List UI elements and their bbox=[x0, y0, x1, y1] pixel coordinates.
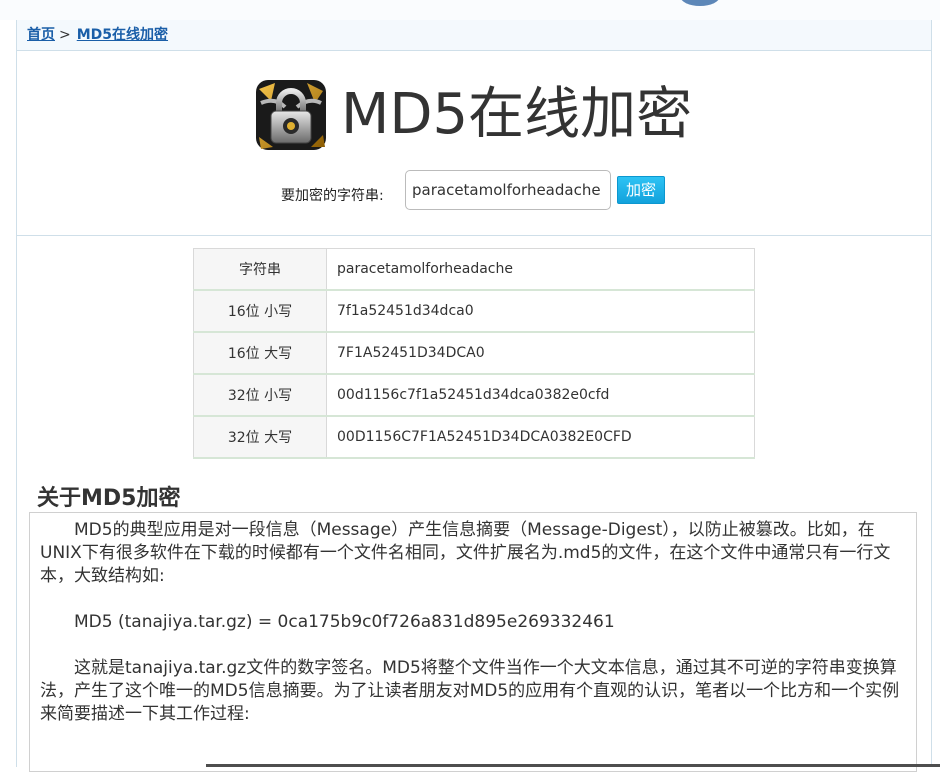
string-input[interactable] bbox=[405, 170, 611, 210]
table-row: 32位 小写 00d1156c7f1a52451d34dca0382e0cfd bbox=[193, 373, 755, 417]
header-decoration bbox=[680, 0, 720, 6]
about-paragraph: MD5的典型应用是对一段信息（Message）产生信息摘要（Message-Di… bbox=[40, 520, 891, 586]
about-paragraph: MD5 (tanajiya.tar.gz) = 0ca175b9c0f726a8… bbox=[74, 612, 615, 632]
row-value: 7f1a52451d34dca0 bbox=[326, 289, 755, 333]
row-label: 16位 小写 bbox=[193, 289, 327, 333]
row-label: 32位 小写 bbox=[193, 373, 327, 417]
row-label: 32位 大写 bbox=[193, 415, 327, 459]
table-row: 16位 小写 7f1a52451d34dca0 bbox=[193, 289, 755, 333]
content-frame: 首页 > MD5在线加密 MD5在线加密 要加密的字符串: paracetamo… bbox=[16, 20, 932, 772]
breadcrumb-current-link[interactable]: MD5在线加密 bbox=[77, 27, 168, 43]
result-table: 字符串 paracetamolforheadache 16位 小写 7f1a52… bbox=[193, 248, 755, 459]
row-label: 16位 大写 bbox=[193, 331, 327, 375]
breadcrumb-home-link[interactable]: 首页 bbox=[27, 27, 55, 43]
row-value: 7F1A52451D34DCA0 bbox=[326, 331, 755, 375]
row-value: 00D1156C7F1A52451D34DCA0382E0CFD bbox=[326, 415, 755, 459]
table-row: 32位 大写 00D1156C7F1A52451D34DCA0382E0CFD bbox=[193, 415, 755, 459]
breadcrumb-separator: > bbox=[59, 27, 71, 43]
row-value: 00d1156c7f1a52451d34dca0382e0cfd bbox=[326, 373, 755, 417]
breadcrumb: 首页 > MD5在线加密 bbox=[17, 20, 931, 51]
row-value: paracetamolforheadache bbox=[326, 248, 755, 291]
about-text-box[interactable]: MD5的典型应用是对一段信息（Message）产生信息摘要（Message-Di… bbox=[29, 512, 917, 772]
table-row: 16位 大写 7F1A52451D34DCA0 bbox=[193, 331, 755, 375]
table-row: 字符串 paracetamolforheadache bbox=[193, 248, 755, 291]
top-strip bbox=[0, 0, 940, 20]
padlock-chain-icon bbox=[256, 80, 326, 150]
about-paragraph: 这就是tanajiya.tar.gz文件的数字签名。MD5将整个文件当作一个大文… bbox=[40, 658, 900, 724]
input-label: 要加密的字符串: bbox=[281, 188, 384, 204]
encrypt-button[interactable]: 加密 bbox=[617, 176, 665, 204]
hero-section: MD5在线加密 要加密的字符串: 加密 bbox=[17, 51, 931, 236]
about-heading: 关于MD5加密 bbox=[37, 486, 181, 511]
page-title: MD5在线加密 bbox=[341, 82, 693, 147]
row-label: 字符串 bbox=[193, 248, 327, 291]
